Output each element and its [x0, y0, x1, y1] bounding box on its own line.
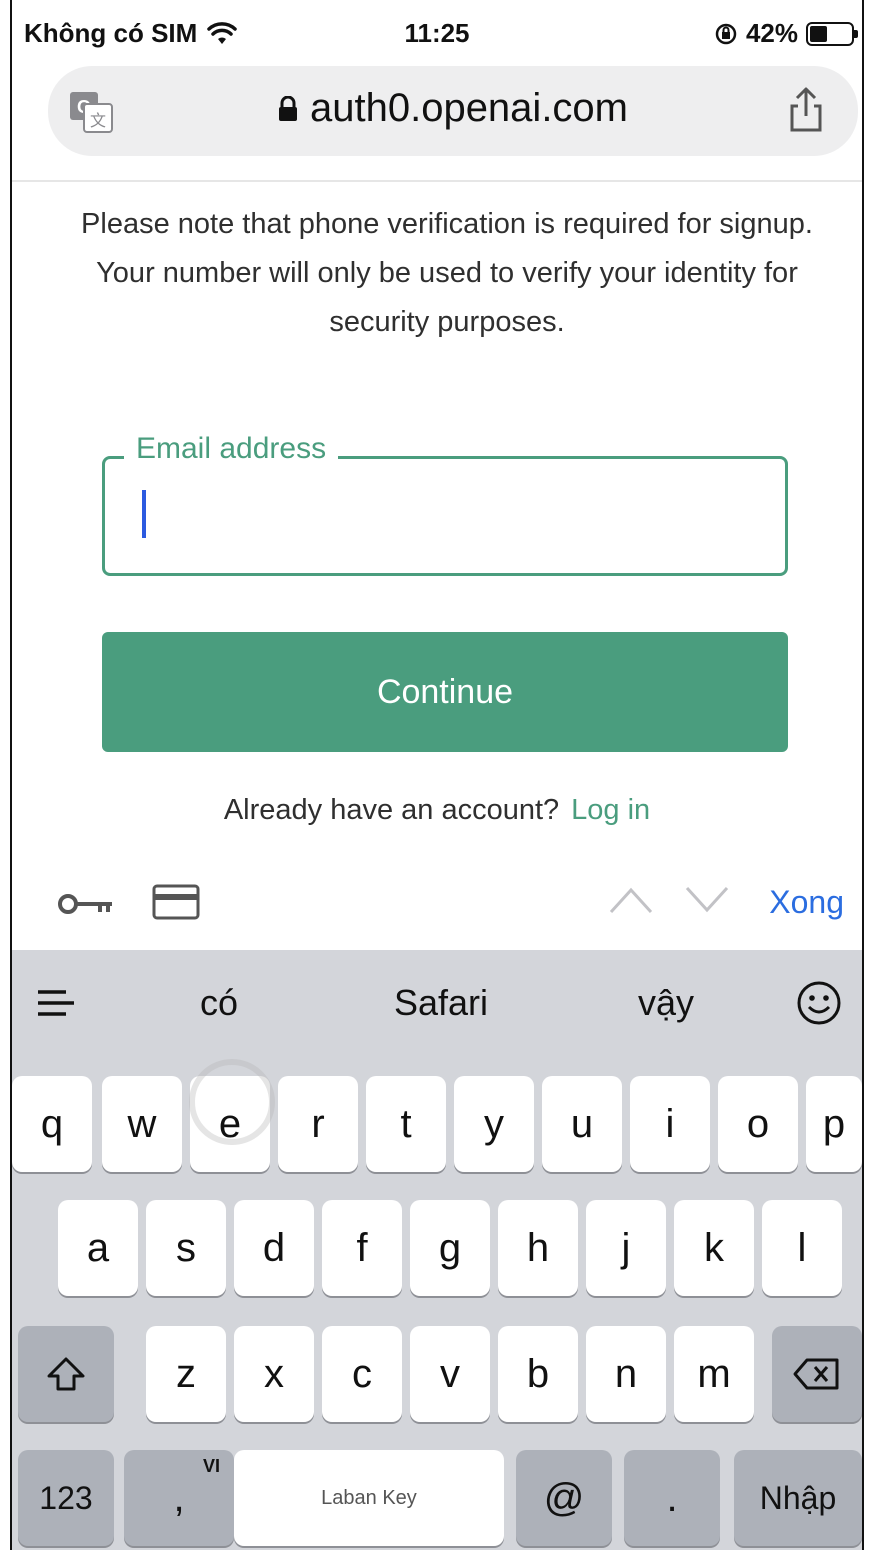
phone-screen: Không có SIM 11:25 42% G 文: [12, 0, 862, 1550]
email-field-label: Email address: [124, 432, 339, 466]
login-prompt-row: Already have an account? Log in: [12, 794, 862, 827]
login-prompt-text: Already have an account?: [223, 794, 560, 826]
key-p[interactable]: p: [806, 1076, 862, 1172]
status-bar: Không có SIM 11:25 42%: [12, 0, 862, 62]
battery-percent: 42%: [745, 18, 798, 48]
screen-frame-right: [862, 0, 870, 1550]
key-e[interactable]: e: [190, 1076, 270, 1172]
return-key[interactable]: Nhập: [734, 1450, 862, 1546]
key-z[interactable]: z: [146, 1326, 226, 1422]
backspace-icon: [793, 1358, 839, 1390]
key-k[interactable]: k: [674, 1200, 754, 1296]
key-t[interactable]: t: [366, 1076, 446, 1172]
share-icon[interactable]: [786, 86, 826, 134]
chevron-down-icon[interactable]: [684, 884, 730, 916]
key-g[interactable]: g: [410, 1200, 490, 1296]
battery-fill: [810, 25, 827, 42]
key-c[interactable]: c: [322, 1326, 402, 1422]
key-j[interactable]: j: [586, 1200, 666, 1296]
key-r[interactable]: r: [278, 1076, 358, 1172]
email-field[interactable]: [102, 456, 788, 576]
key-icon[interactable]: [56, 886, 116, 922]
key-b[interactable]: b: [498, 1326, 578, 1422]
lock-icon: [278, 95, 297, 121]
battery-icon: [806, 21, 858, 46]
key-u[interactable]: u: [542, 1076, 622, 1172]
key-x[interactable]: x: [234, 1326, 314, 1422]
login-link[interactable]: Log in: [571, 794, 650, 826]
key-v[interactable]: v: [410, 1326, 490, 1422]
period-key[interactable]: .: [624, 1450, 720, 1546]
suggestion-3[interactable]: vậy: [638, 982, 694, 1024]
suggestion-1[interactable]: có: [200, 982, 238, 1024]
at-key[interactable]: @: [516, 1450, 612, 1546]
url-display: auth0.openai.com: [48, 86, 858, 131]
key-w[interactable]: w: [102, 1076, 182, 1172]
space-key[interactable]: Laban Key: [234, 1450, 504, 1546]
chevron-up-icon[interactable]: [608, 884, 654, 916]
suggestion-2[interactable]: Safari: [394, 982, 488, 1024]
key-h[interactable]: h: [498, 1200, 578, 1296]
orientation-lock-icon: [715, 23, 737, 44]
form-accessory-bar: Xong: [12, 860, 862, 950]
language-indicator: VI: [202, 1456, 220, 1476]
status-right: 42%: [714, 18, 858, 49]
backspace-key[interactable]: [772, 1326, 862, 1422]
screen-frame-left: [0, 0, 12, 1550]
shift-key[interactable]: [18, 1326, 114, 1422]
url-text: auth0.openai.com: [309, 86, 628, 130]
key-f[interactable]: f: [322, 1200, 402, 1296]
key-l[interactable]: l: [762, 1200, 842, 1296]
key-n[interactable]: n: [586, 1326, 666, 1422]
text-caret: [142, 490, 146, 538]
phone-verification-notice: Please note that phone verification is r…: [81, 208, 813, 338]
key-q[interactable]: q: [12, 1076, 92, 1172]
key-m[interactable]: m: [674, 1326, 754, 1422]
key-s[interactable]: s: [146, 1200, 226, 1296]
key-d[interactable]: d: [234, 1200, 314, 1296]
email-input[interactable]: [127, 483, 767, 549]
comma-label: ,: [173, 1475, 185, 1520]
key-i[interactable]: i: [630, 1076, 710, 1172]
key-y[interactable]: y: [454, 1076, 534, 1172]
numbers-key[interactable]: 123: [18, 1450, 114, 1546]
suggestion-bar: có Safari vậy: [12, 950, 862, 1056]
header-divider: [12, 180, 862, 182]
shift-icon: [47, 1357, 85, 1391]
menu-icon[interactable]: [36, 988, 76, 1018]
credit-card-icon[interactable]: [152, 884, 200, 920]
comma-key[interactable]: VI ,: [124, 1450, 234, 1546]
continue-button[interactable]: Continue: [102, 632, 788, 752]
done-button[interactable]: Xong: [769, 884, 844, 921]
keyboard: có Safari vậy q w e r t y u i o p a s d …: [12, 950, 862, 1550]
emoji-icon[interactable]: [796, 980, 842, 1026]
key-o[interactable]: o: [718, 1076, 798, 1172]
key-a[interactable]: a: [58, 1200, 138, 1296]
address-bar[interactable]: G 文 auth0.openai.com: [48, 66, 858, 156]
